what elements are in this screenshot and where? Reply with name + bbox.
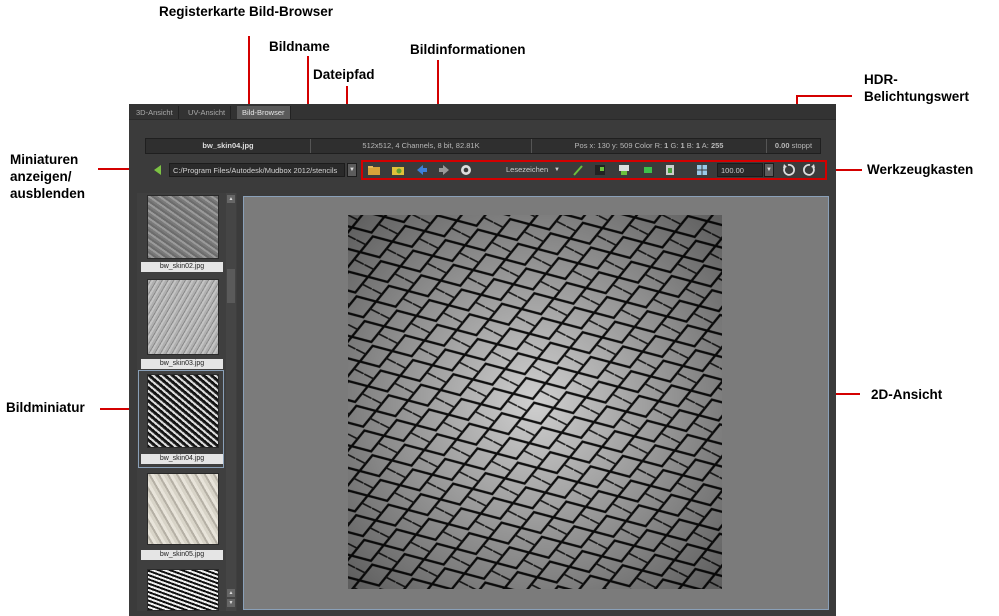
fit-view-button[interactable] bbox=[695, 163, 709, 177]
pixel-g-label: G: bbox=[670, 141, 679, 150]
scroll-up-button[interactable]: ▲ bbox=[227, 195, 235, 203]
pixel-pos: Pos x: 130 y: 509 Color R: bbox=[574, 141, 663, 150]
tab-3d-view[interactable]: 3D-Ansicht bbox=[131, 106, 179, 119]
rotate-left-icon bbox=[783, 164, 795, 176]
mudbox-window: 3D-Ansicht UV-Ansicht Bild-Browser bw_sk… bbox=[129, 104, 836, 616]
forward-button[interactable] bbox=[437, 163, 451, 177]
scroll-down-button-2[interactable]: ▼ bbox=[227, 599, 235, 607]
pixel-a-label: A: bbox=[701, 141, 709, 150]
image-name: bw_skin04.jpg bbox=[146, 139, 311, 153]
alpha-icon bbox=[666, 165, 674, 175]
callout-hdr-line2: Belichtungswert bbox=[864, 89, 970, 104]
back-button[interactable] bbox=[415, 163, 429, 177]
callout-image-info: Bildinformationen bbox=[410, 42, 526, 57]
stencil-icon bbox=[595, 165, 605, 175]
view-rgb-button[interactable] bbox=[641, 163, 655, 177]
green-square-icon bbox=[644, 167, 652, 173]
thumbnail-image bbox=[147, 279, 219, 355]
zoom-field[interactable]: 100.00 bbox=[717, 163, 763, 177]
callout-toolbox: Werkzeugkasten bbox=[867, 162, 974, 177]
view-alpha-button[interactable] bbox=[663, 163, 677, 177]
grid-icon bbox=[697, 165, 707, 175]
thumbnail-image bbox=[147, 569, 219, 611]
callout-file-path: Dateipfad bbox=[313, 67, 375, 82]
zoom-dropdown[interactable]: ▼ bbox=[764, 163, 774, 177]
arrow-left-icon bbox=[417, 165, 427, 175]
open-folder-button[interactable] bbox=[367, 163, 381, 177]
pixel-b: 1 bbox=[695, 141, 701, 150]
bookmark-folder-button[interactable] bbox=[391, 163, 405, 177]
arrow-left-green-icon bbox=[154, 165, 161, 175]
pixel-g: 1 bbox=[680, 141, 685, 150]
thumbnail-image bbox=[147, 473, 219, 545]
2d-view[interactable] bbox=[243, 196, 829, 610]
rotate-right-button[interactable] bbox=[803, 163, 817, 177]
set-stamp-button[interactable] bbox=[617, 163, 631, 177]
thumbnail-label: bw_skin05.jpg bbox=[141, 550, 223, 560]
bookmarks-label: Lesezeichen bbox=[506, 165, 549, 174]
callout-thumbnails-line2: anzeigen/ bbox=[10, 169, 72, 184]
thumbnail-label: bw_skin02.jpg bbox=[141, 262, 223, 272]
rotate-right-icon bbox=[803, 164, 815, 176]
tab-bar: 3D-Ansicht UV-Ansicht Bild-Browser bbox=[129, 104, 836, 120]
refresh-icon bbox=[461, 165, 471, 175]
callout-thumbnail: Bildminiatur bbox=[6, 400, 85, 415]
callout-image-name: Bildname bbox=[269, 39, 330, 54]
pixel-a: 255 bbox=[710, 141, 724, 150]
folder-open-icon bbox=[368, 166, 380, 175]
toolbar: C:/Program Files/Autodesk/Mudbox 2012/st… bbox=[139, 160, 829, 180]
thumbnail-label: bw_skin04.jpg bbox=[141, 454, 223, 464]
image-info-bar: bw_skin04.jpg 512x512, 4 Channels, 8 bit… bbox=[145, 138, 821, 154]
thumbnail-image bbox=[147, 195, 219, 259]
callout-2d-view: 2D-Ansicht bbox=[871, 387, 943, 402]
hdr-exposure[interactable]: 0.00 stoppt bbox=[767, 139, 820, 153]
scroll-thumb[interactable] bbox=[227, 269, 235, 303]
tab-uv-view[interactable]: UV-Ansicht bbox=[183, 106, 232, 119]
arrow-right-icon bbox=[439, 165, 449, 175]
thumbnail-item[interactable]: bw_skin02.jpg bbox=[139, 195, 223, 273]
pixel-b-label: B: bbox=[686, 141, 694, 150]
set-stencil-button[interactable] bbox=[593, 163, 607, 177]
brush-icon bbox=[573, 165, 583, 176]
callout-hdr-line1: HDR- bbox=[864, 72, 898, 87]
tab-image-browser[interactable]: Bild-Browser bbox=[237, 106, 291, 119]
scroll-down-button[interactable]: ▲ bbox=[227, 589, 235, 597]
pixel-info: Pos x: 130 y: 509 Color R: 1 G: 1 B: 1 A… bbox=[532, 139, 767, 153]
thumbnail-image bbox=[147, 374, 219, 448]
thumbnail-item[interactable]: bw_skin04.jpg bbox=[138, 370, 224, 468]
callout-tab: Registerkarte Bild-Browser bbox=[159, 4, 334, 19]
thumbnail-label: bw_skin03.jpg bbox=[141, 359, 223, 369]
rotate-left-button[interactable] bbox=[781, 163, 795, 177]
toggle-thumbnails-button[interactable] bbox=[151, 163, 165, 177]
chevron-down-icon: ▼ bbox=[554, 167, 560, 173]
image-details: 512x512, 4 Channels, 8 bit, 82.81K bbox=[311, 139, 532, 153]
thumbnail-panel: bw_skin02.jpg bw_skin03.jpg bw_skin04.jp… bbox=[137, 193, 237, 611]
callout-thumbnails-line3: ausblenden bbox=[10, 186, 86, 201]
callout-hdr: HDR- Belichtungswert bbox=[864, 71, 969, 105]
refresh-button[interactable] bbox=[459, 163, 473, 177]
hdr-exposure-unit: stoppt bbox=[791, 141, 813, 150]
pixel-r: 1 bbox=[664, 141, 669, 150]
hdr-exposure-value: 0.00 bbox=[774, 141, 790, 150]
thumbnail-item[interactable] bbox=[139, 569, 223, 611]
skin-texture-image bbox=[348, 215, 722, 589]
thumbnail-item[interactable]: bw_skin05.jpg bbox=[139, 471, 223, 567]
file-path-field[interactable]: C:/Program Files/Autodesk/Mudbox 2012/st… bbox=[169, 163, 345, 177]
thumbnail-item[interactable]: bw_skin03.jpg bbox=[139, 277, 223, 369]
callout-thumbnails-line1: Miniaturen bbox=[10, 152, 79, 167]
thumbnail-scrollbar[interactable]: ▲ ▲ ▼ bbox=[226, 193, 236, 611]
leader-line-hdr-h bbox=[796, 95, 852, 97]
bookmarks-dropdown[interactable]: Lesezeichen ▼ bbox=[494, 163, 560, 177]
folder-star-icon bbox=[392, 167, 404, 175]
file-path-dropdown[interactable]: ▼ bbox=[347, 163, 357, 177]
leader-line-tab bbox=[248, 36, 250, 108]
paint-tool-button[interactable] bbox=[571, 163, 585, 177]
callout-thumbnails-toggle: Miniaturen anzeigen/ ausblenden bbox=[10, 151, 85, 202]
stamp-icon bbox=[619, 165, 629, 175]
